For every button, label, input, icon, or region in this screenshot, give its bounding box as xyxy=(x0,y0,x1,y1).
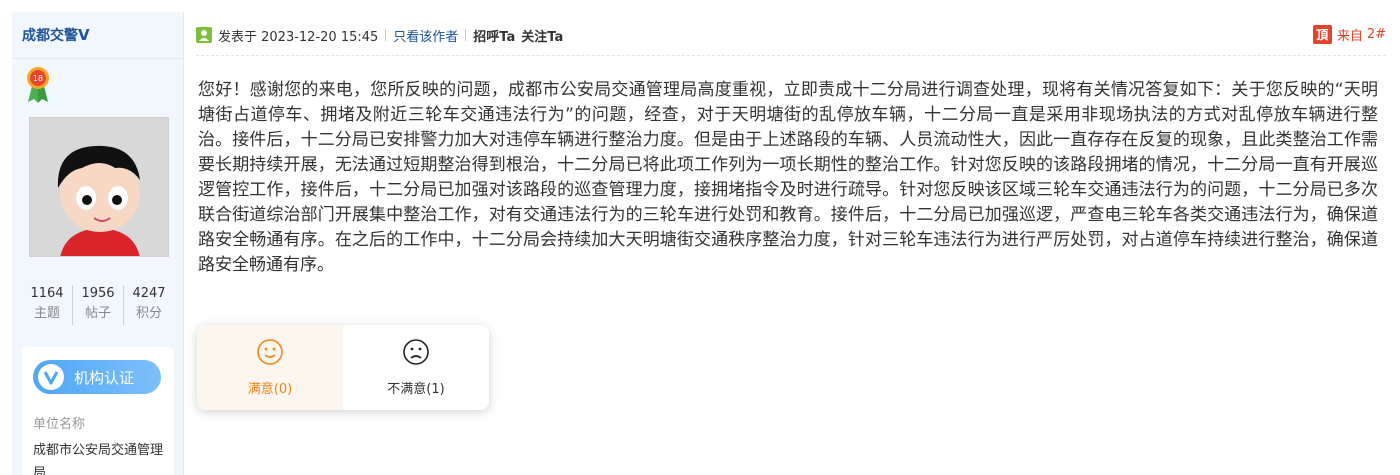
author-name-text[interactable]: 成都交警 xyxy=(22,28,78,44)
header-divider xyxy=(196,55,1386,56)
cert-label: 机构认证 xyxy=(74,368,135,387)
unsatisfied-label: 不满意(1) xyxy=(387,382,445,397)
avatar-image xyxy=(30,118,168,256)
frown-icon xyxy=(403,339,429,365)
rating-box: 满意(0) 不满意(1) xyxy=(197,325,489,410)
post-content: 您好！感谢您的来电，您所反映的问题，成都市公安局交通管理局高度重视，立即责成十二… xyxy=(198,80,1378,275)
avatar[interactable] xyxy=(29,117,169,257)
floor-number[interactable]: 2# xyxy=(1367,27,1386,42)
stat-value: 1956 xyxy=(81,286,115,301)
post-timestamp: 发表于 2023-12-20 15:45 xyxy=(218,29,379,45)
stat-label: 积分 xyxy=(135,306,162,321)
divider xyxy=(465,29,467,41)
from-label[interactable]: 来自 xyxy=(1337,25,1363,44)
unsatisfied-button[interactable]: 不满意(1) xyxy=(343,325,489,410)
smile-icon xyxy=(257,339,283,365)
from-icon: 頂 xyxy=(1312,25,1332,44)
follow-link[interactable]: 关注Ta xyxy=(521,26,563,45)
verified-mark: V xyxy=(78,26,90,44)
satisfied-label: 满意(0) xyxy=(247,382,293,397)
stat-posts[interactable]: 1956 帖子 xyxy=(73,285,124,325)
certification-card: 机构认证 单位名称 成都市公安局交通管理局 xyxy=(22,347,174,475)
stat-value: 1164 xyxy=(30,286,64,301)
stat-label: 帖子 xyxy=(84,306,111,321)
greet-link[interactable]: 招呼Ta xyxy=(473,26,515,45)
author-name[interactable]: 成都交警V xyxy=(22,25,90,45)
stat-points[interactable]: 4247 积分 xyxy=(124,285,174,325)
unit-name-value: 成都市公安局交通管理局 xyxy=(33,443,164,475)
medal-icon: 18 xyxy=(27,67,49,103)
divider xyxy=(385,29,387,41)
satisfied-button[interactable]: 满意(0) xyxy=(197,325,343,410)
author-stats: 1164 主题 1956 帖子 4247 积分 xyxy=(22,285,174,325)
post-icon xyxy=(196,27,212,43)
org-certification-badge[interactable]: 机构认证 xyxy=(33,360,161,394)
verified-icon xyxy=(38,364,64,390)
stat-value: 4247 xyxy=(132,286,166,301)
unit-name-label: 单位名称 xyxy=(33,417,86,432)
stat-label: 主题 xyxy=(33,306,60,321)
only-author-link[interactable]: 只看该作者 xyxy=(393,26,458,45)
sidebar-divider xyxy=(12,58,184,59)
post-source[interactable]: 頂 来自 2# xyxy=(1312,25,1386,44)
author-sidebar: 成都交警V 18 1164 主题 1956 帖子 4247 积分 机构认证 单位… xyxy=(12,12,184,475)
stat-threads[interactable]: 1164 主题 xyxy=(22,285,73,325)
svg-text:18: 18 xyxy=(33,74,43,83)
post-header: 发表于 2023-12-20 15:45 只看该作者 招呼Ta 关注Ta 頂 来… xyxy=(196,24,1386,46)
